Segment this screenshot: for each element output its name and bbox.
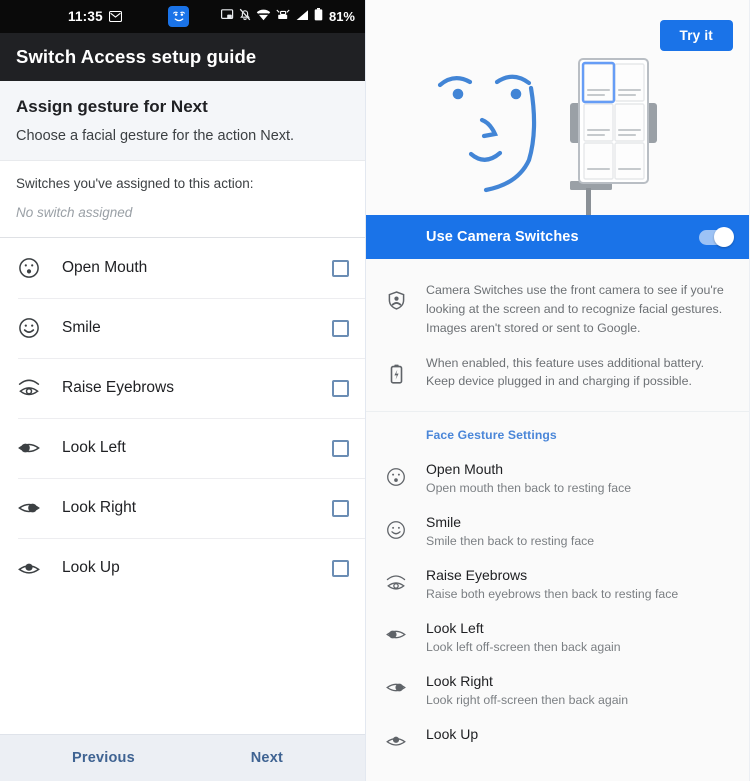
setup-bottom-nav: Previous Next [0,734,365,781]
fgs-text-block: Smile Smile then back to resting face [426,514,594,548]
look-right-icon [14,499,44,517]
fgs-row-look-right[interactable]: Look Right Look right off-screen then ba… [366,666,749,719]
fgs-text-block: Raise Eyebrows Raise both eyebrows then … [426,567,678,601]
signal-icon [295,8,309,26]
gesture-label: Raise Eyebrows [62,379,174,396]
previous-button[interactable]: Previous [72,750,135,766]
message-icon [108,11,122,22]
gesture-checkbox[interactable] [332,439,349,457]
fgs-text-block: Look Right Look right off-screen then ba… [426,673,628,707]
status-bar-icons: 81% [220,7,355,26]
phone-stand-pole [586,188,591,215]
status-bar: 11:35 81% [0,0,365,33]
info-row-privacy: Camera Switches use the front camera to … [366,273,749,346]
screenshot-root: 11:35 81% Switch Access setup guide Assi… [0,0,750,781]
page-title: Switch Access setup guide [16,46,257,67]
switch-access-setup-panel: 11:35 81% Switch Access setup guide Assi… [0,0,366,781]
gesture-row-look-right[interactable]: Look Right [0,478,365,538]
info-text-battery: When enabled, this feature uses addition… [426,355,705,389]
gesture-list: Open Mouth Smile Raise Eyebrows Look Lef… [0,238,365,734]
wifi-icon [256,8,271,26]
open-mouth-icon [14,257,44,279]
fgs-title: Look Right [426,673,493,690]
info-text-privacy: Camera Switches use the front camera to … [426,283,724,335]
screenshot-icon [220,8,234,26]
fgs-row-look-up[interactable]: Look Up [366,719,749,761]
gesture-checkbox[interactable] [332,559,349,577]
fgs-row-open-mouth[interactable]: Open Mouth Open mouth then back to resti… [366,454,749,507]
vpn-icon [276,8,290,26]
gesture-label: Smile [62,319,101,336]
fgs-desc: Open mouth then back to resting face [426,481,632,496]
look-right-icon [366,673,426,707]
assign-gesture-header: Assign gesture for Next Choose a facial … [0,81,365,161]
use-camera-switches-label: Use Camera Switches [426,229,579,245]
fgs-row-smile[interactable]: Smile Smile then back to resting face [366,507,749,560]
camera-switches-face-icon [168,6,189,27]
fgs-row-look-left[interactable]: Look Left Look left off-screen then back… [366,613,749,666]
assigned-switches-block: Switches you've assigned to this action:… [0,161,365,238]
try-it-button[interactable]: Try it [659,20,733,51]
assigned-switches-value: No switch assigned [16,205,133,220]
battery-charging-icon [366,354,426,392]
raise-eyebrows-icon [366,567,426,601]
hero-illustration: Try it [366,0,749,215]
open-mouth-icon [366,461,426,495]
fgs-title: Raise Eyebrows [426,567,528,584]
gesture-label: Look Left [62,439,126,456]
gesture-row-open-mouth[interactable]: Open Mouth [0,238,365,298]
gesture-label: Look Right [62,499,137,516]
fgs-desc: Look right off-screen then back again [426,693,629,708]
assign-gesture-title: Assign gesture for Next [16,97,208,116]
fgs-title: Open Mouth [426,461,504,478]
fgs-desc: Look left off-screen then back again [426,640,621,655]
fgs-text-block: Look Up [426,726,478,749]
use-camera-switches-toggle[interactable] [699,226,734,247]
battery-percent-label: 81% [328,9,355,24]
toggle-thumb [714,226,734,247]
gesture-label: Open Mouth [62,259,148,276]
fgs-title: Look Up [426,726,479,743]
privacy-shield-icon [366,281,426,338]
app-bar: Switch Access setup guide [0,33,365,81]
info-row-battery: When enabled, this feature uses addition… [366,346,749,400]
smile-icon [366,514,426,548]
use-camera-switches-row[interactable]: Use Camera Switches [366,215,749,259]
look-left-icon [366,620,426,654]
next-button[interactable]: Next [251,750,283,766]
raise-eyebrows-icon [14,377,44,399]
gesture-row-smile[interactable]: Smile [0,298,365,358]
gesture-row-raise-eyebrows[interactable]: Raise Eyebrows [0,358,365,418]
gesture-checkbox[interactable] [332,319,349,337]
fgs-text-block: Open Mouth Open mouth then back to resti… [426,461,631,495]
right-eye-dot [510,88,522,100]
camera-switches-info: Camera Switches use the front camera to … [366,259,749,413]
notifications-off-icon [239,8,251,26]
smile-icon [14,317,44,339]
battery-icon [314,7,323,26]
fgs-row-raise-eyebrows[interactable]: Raise Eyebrows Raise both eyebrows then … [366,560,749,613]
status-bar-clock: 11:35 [68,9,103,24]
assign-gesture-subtitle: Choose a facial gesture for the action N… [16,128,295,144]
face-gesture-settings-section: Face Gesture Settings Open Mouth Open mo… [366,412,749,781]
gesture-checkbox[interactable] [332,499,349,517]
face-gesture-settings-header: Face Gesture Settings [426,428,557,443]
left-eye-dot [452,88,464,100]
gesture-row-look-up[interactable]: Look Up [0,538,365,598]
gesture-row-look-left[interactable]: Look Left [0,418,365,478]
fgs-title: Smile [426,514,462,531]
assigned-switches-label: Switches you've assigned to this action: [16,176,254,191]
gesture-checkbox[interactable] [332,259,349,277]
fgs-desc: Raise both eyebrows then back to resting… [426,587,679,602]
look-left-icon [14,439,44,457]
look-up-icon [14,559,44,577]
fgs-desc: Smile then back to resting face [426,534,595,549]
look-up-icon [366,726,426,749]
gesture-checkbox[interactable] [332,379,349,397]
fgs-title: Look Left [426,620,484,637]
camera-switches-settings-panel: Try it Use Camera Switches Camera Switch… [366,0,749,781]
fgs-text-block: Look Left Look left off-screen then back… [426,620,621,654]
gesture-label: Look Up [62,559,120,576]
